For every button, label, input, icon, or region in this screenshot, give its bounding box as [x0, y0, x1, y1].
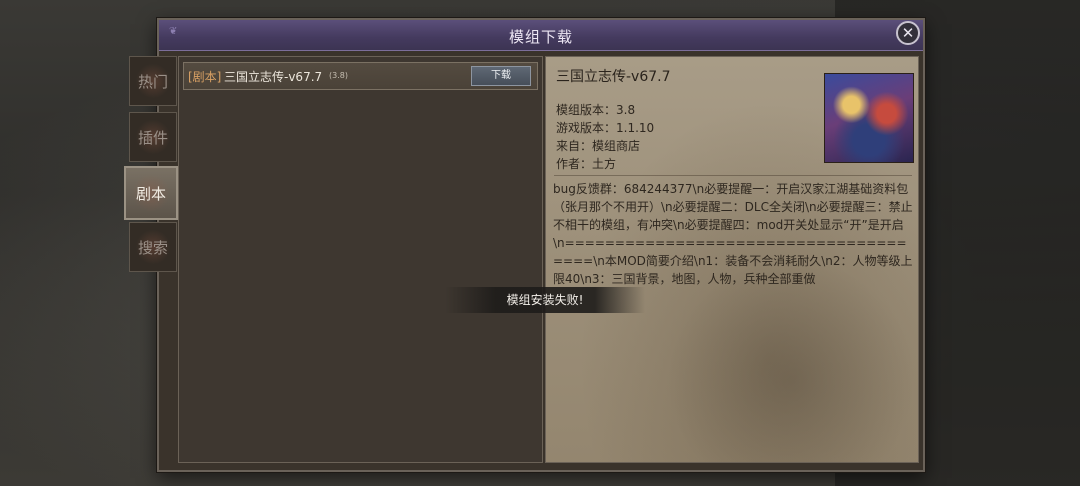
tab-hot-label: 热门 [137, 72, 168, 91]
mod-detail-panel: 三国立志传-v67.7 模组版本：3.8 游戏版本：1.1.10 来自：模组商店… [545, 56, 919, 463]
tab-scenario-label: 剧本 [135, 184, 166, 203]
detail-description: bug反馈群：684244377\n必要提醒一：开启汉家江湖基础资料包（张月那个… [553, 182, 913, 286]
detail-mod-version: 模组版本：3.8 [556, 103, 636, 117]
tab-scenario[interactable]: 剧本 [124, 166, 178, 220]
close-button[interactable]: ✕ [896, 21, 920, 45]
download-button[interactable]: 下载 [471, 66, 531, 86]
dialog-titlebar: ❦ 模组下载 ❦ [159, 20, 923, 51]
close-icon: ✕ [901, 24, 915, 42]
tab-search[interactable]: 搜索 [129, 222, 177, 272]
toast-message: 模组安装失败! [445, 287, 645, 313]
mod-cover-image [824, 73, 914, 163]
tab-plugins-label: 插件 [137, 128, 168, 147]
detail-divider [554, 175, 912, 176]
tab-plugins[interactable]: 插件 [129, 112, 177, 162]
tab-hot[interactable]: 热门 [129, 56, 177, 106]
mod-list-panel[interactable]: [剧本] 三国立志传-v67.7 (3.8) 下载 [178, 56, 543, 463]
mod-name: 三国立志传-v67.7 [224, 70, 323, 84]
dialog-title: 模组下载 [508, 28, 573, 46]
detail-title: 三国立志传-v67.7 [556, 69, 671, 85]
tab-search-label: 搜索 [137, 238, 168, 257]
mod-category-tag: [剧本] [188, 70, 222, 84]
detail-author: 作者：土方 [556, 157, 617, 171]
mod-version: (3.8) [329, 71, 348, 80]
detail-source: 来自：模组商店 [556, 139, 641, 153]
list-item[interactable]: [剧本] 三国立志传-v67.7 (3.8) 下载 [183, 62, 538, 90]
detail-game-version: 游戏版本：1.1.10 [556, 121, 655, 135]
